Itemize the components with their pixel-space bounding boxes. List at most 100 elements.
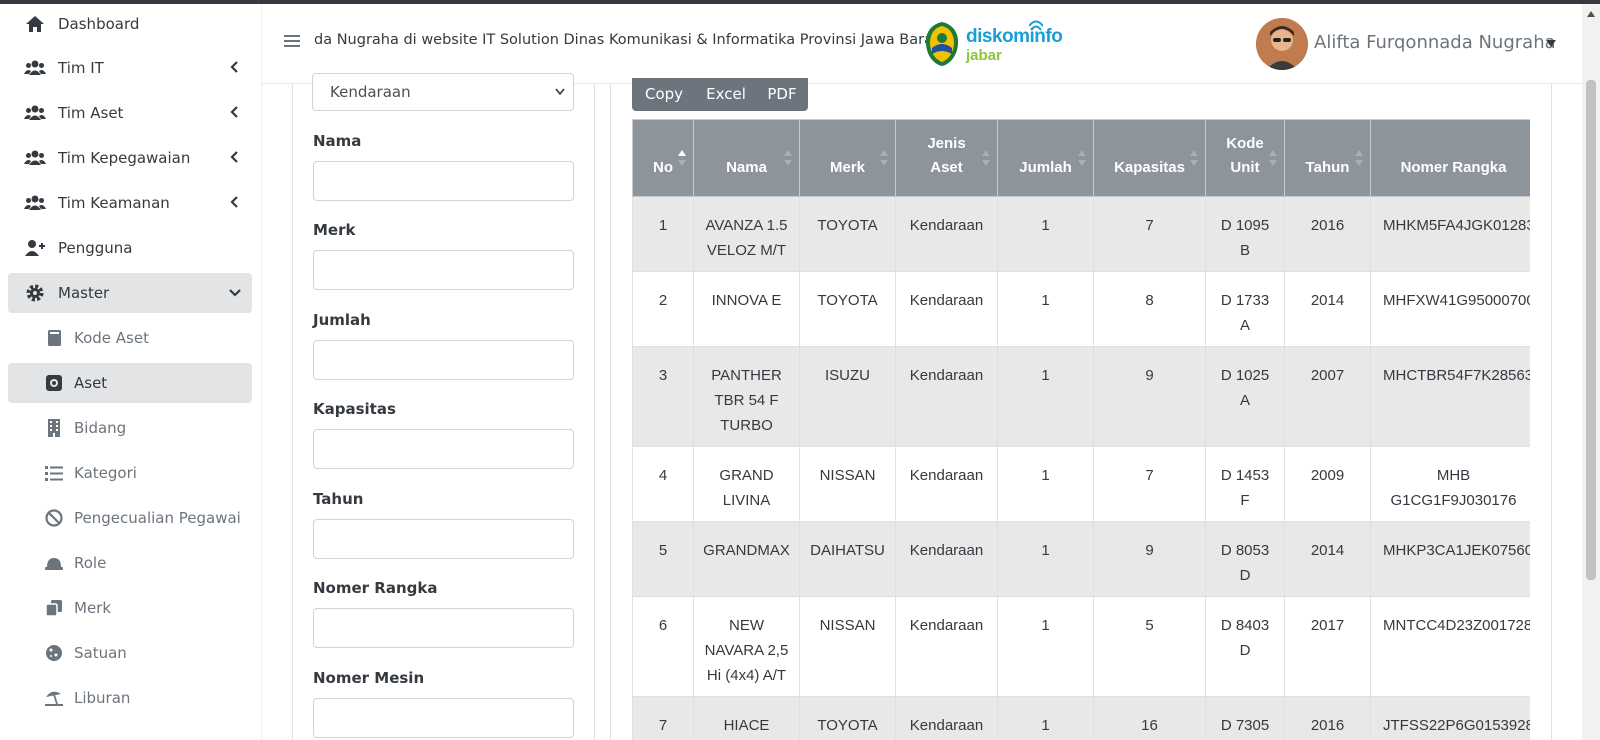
table-row[interactable]: 7 HIACE TOYOTA Kendaraan 1 16 D 7305 2016 JTFSS2… <box>632 696 1530 740</box>
sidebar-subitem-aset[interactable]: Aset <box>8 363 252 403</box>
sidebar-item-label: Pengguna <box>58 239 133 257</box>
cell-jenis-aset: Kendaraan <box>895 696 998 740</box>
cell-nomer-rangka: MHFXW41G95000700 <box>1370 271 1530 347</box>
pdf-button[interactable]: PDF <box>756 78 808 111</box>
column-header-no[interactable]: No <box>632 119 694 197</box>
tahun-input[interactable] <box>313 519 574 559</box>
user-menu[interactable]: Alifta Furqonnada Nugraha <box>1256 18 1576 72</box>
sort-icon <box>1190 150 1198 166</box>
excel-button[interactable]: Excel <box>696 78 756 111</box>
table-row[interactable]: 1 AVANZA 1.5 VELOZ M/T TOYOTA Kendaraan 1 7 D … <box>632 196 1530 272</box>
sidebar-item-master[interactable]: Master <box>8 273 252 313</box>
sidebar-subitem-merk[interactable]: Merk <box>8 588 252 628</box>
cell-kode-unit: D 7305 <box>1205 696 1285 740</box>
table-row[interactable]: 2 INNOVA E TOYOTA Kendaraan 1 8 D 1733 A 2014 MH… <box>632 271 1530 347</box>
sidebar-subitem-pengecualian-pegawai[interactable]: Pengecualian Pegawai <box>8 498 252 538</box>
merk-label: Merk <box>313 221 356 239</box>
column-header-kode-unit[interactable]: Kode Unit <box>1205 119 1285 197</box>
table-row[interactable]: 6 NEW NAVARA 2,5 Hi (4x4) A/T NISSAN Kendar… <box>632 596 1530 697</box>
nomer-mesin-input[interactable] <box>313 698 574 738</box>
header-label: Merk <box>829 159 866 176</box>
jumlah-input[interactable] <box>313 340 574 380</box>
nama-input[interactable] <box>313 161 574 201</box>
header-label: Nama <box>726 159 767 176</box>
cell-kapasitas: 7 <box>1093 196 1206 272</box>
sidebar-subitem-liburan[interactable]: Liburan <box>8 678 252 718</box>
cell-no: 1 <box>632 196 694 272</box>
chevron-left-icon <box>230 61 238 73</box>
caret-down-icon <box>1546 40 1556 47</box>
cell-jumlah: 1 <box>997 446 1094 522</box>
cell-jenis-aset: Kendaraan <box>895 446 998 522</box>
chevron-left-icon <box>230 106 238 118</box>
chevron-left-icon <box>230 151 238 163</box>
cell-kode-unit: D 1453 F <box>1205 446 1285 522</box>
sidebar-subitem-satuan[interactable]: Satuan <box>8 633 252 673</box>
sidebar-item-tim-aset[interactable]: Tim Aset <box>8 93 252 133</box>
copy-button[interactable]: Copy <box>632 78 696 111</box>
scroll-up-icon[interactable] <box>1586 10 1596 18</box>
sidebar-item-pengguna[interactable]: Pengguna <box>8 228 252 268</box>
cell-no: 5 <box>632 521 694 597</box>
users-icon <box>24 60 46 75</box>
sidebar-subitem-kode-aset[interactable]: Kode Aset <box>8 318 252 358</box>
category-select[interactable]: Kendaraan <box>312 73 574 111</box>
cell-nama: NEW NAVARA 2,5 Hi (4x4) A/T <box>693 596 800 697</box>
cell-jumlah: 1 <box>997 696 1094 740</box>
cell-jumlah: 1 <box>997 196 1094 272</box>
cell-tahun: 2007 <box>1284 346 1371 447</box>
camera-icon <box>46 375 62 391</box>
sidebar-subitem-label: Liburan <box>74 689 131 707</box>
hamburger-menu-icon[interactable] <box>284 34 300 48</box>
sidebar-subitem-bidang[interactable]: Bidang <box>8 408 252 448</box>
sidebar-subitem-role[interactable]: Role <box>8 543 252 583</box>
sidebar-subitem-kategori[interactable]: Kategori <box>8 453 252 493</box>
user-plus-icon <box>25 240 45 256</box>
column-header-nomer-rangka[interactable]: Nomer Rangka <box>1370 119 1530 197</box>
sidebar-item-tim-it[interactable]: Tim IT <box>8 48 252 88</box>
sidebar-item-tim-kepegawaian[interactable]: Tim Kepegawaian <box>8 138 252 178</box>
sidebar-item-tim-keamanan[interactable]: Tim Keamanan <box>8 183 252 223</box>
building-icon <box>48 419 60 437</box>
user-name: Alifta Furqonnada Nugraha <box>1314 32 1556 53</box>
table-row[interactable]: 5 GRANDMAX DAIHATSU Kendaraan 1 9 D 8053 D 2014… <box>632 521 1530 597</box>
header-label: Nomer Rangka <box>1400 159 1507 176</box>
users-icon <box>24 195 46 210</box>
cell-no: 2 <box>632 271 694 347</box>
kapasitas-input[interactable] <box>313 429 574 469</box>
kapasitas-label: Kapasitas <box>313 400 396 418</box>
page-scrollbar[interactable] <box>1582 4 1600 740</box>
column-header-jumlah[interactable]: Jumlah <box>997 119 1094 197</box>
gear-icon <box>26 284 44 302</box>
cell-nomer-rangka: MNTCC4D23Z001728 <box>1370 596 1530 697</box>
sidebar-item-label: Master <box>58 284 110 302</box>
sidebar-subitem-label: Aset <box>74 374 108 392</box>
column-header-jenis-aset[interactable]: Jenis Aset <box>895 119 998 197</box>
scroll-thumb[interactable] <box>1586 80 1596 580</box>
sort-icon <box>784 150 792 166</box>
chevron-left-icon <box>230 196 238 208</box>
ban-icon <box>45 509 63 527</box>
nomer-rangka-input[interactable] <box>313 608 574 648</box>
sidebar-item-dashboard[interactable]: Dashboard <box>8 4 252 44</box>
cell-kapasitas: 9 <box>1093 346 1206 447</box>
users-icon <box>24 105 46 120</box>
column-header-merk[interactable]: Merk <box>799 119 896 197</box>
cell-jenis-aset: Kendaraan <box>895 346 998 447</box>
header-label: No <box>653 159 673 176</box>
cell-jumlah: 1 <box>997 521 1094 597</box>
jumlah-label: Jumlah <box>313 311 371 329</box>
cell-jenis-aset: Kendaraan <box>895 196 998 272</box>
cell-merk: ISUZU <box>799 346 896 447</box>
column-header-kapasitas[interactable]: Kapasitas <box>1093 119 1206 197</box>
cell-tahun: 2017 <box>1284 596 1371 697</box>
merk-input[interactable] <box>313 250 574 290</box>
table-row[interactable]: 4 GRAND LIVINA NISSAN Kendaraan 1 7 D 1453 F 20… <box>632 446 1530 522</box>
column-header-nama[interactable]: Nama <box>693 119 800 197</box>
asset-table-scroll[interactable]: No Nama Merk Jenis Aset Jumlah Kapasitas… <box>632 119 1530 740</box>
column-header-tahun[interactable]: Tahun <box>1284 119 1371 197</box>
sidebar-subitem-label: Bidang <box>74 419 127 437</box>
sidebar-subitem-label: Merk <box>74 599 112 617</box>
cell-nama: PANTHER TBR 54 F TURBO <box>693 346 800 447</box>
table-row[interactable]: 3 PANTHER TBR 54 F TURBO ISUZU Kendaraan 1 9 D… <box>632 346 1530 447</box>
